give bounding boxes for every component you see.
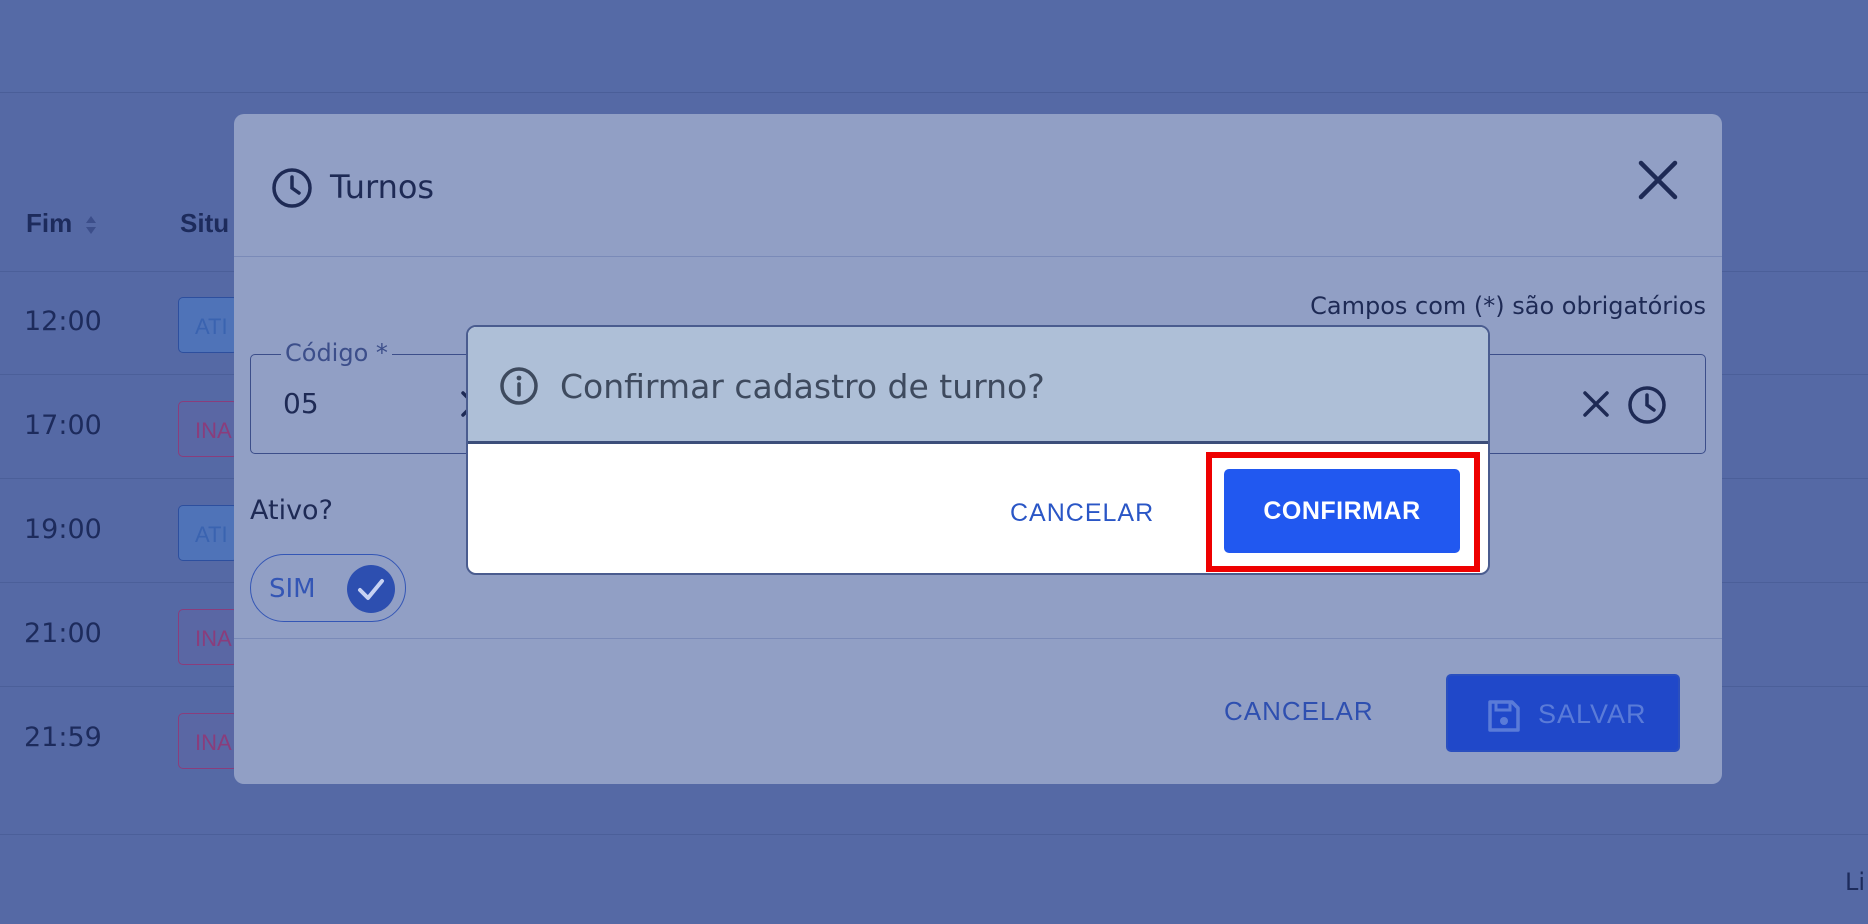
status-badge: INA <box>178 609 238 665</box>
toggle-label: SIM <box>269 574 316 604</box>
column-header-situacao[interactable]: Situ <box>180 208 229 239</box>
modal-header: Turnos <box>234 114 1722 257</box>
confirm-dialog-title: Confirmar cadastro de turno? <box>560 367 1045 406</box>
row-divider <box>0 834 1868 835</box>
status-badge: INA <box>178 713 238 769</box>
clock-icon[interactable] <box>1627 385 1667 425</box>
time-field[interactable] <box>1464 354 1706 454</box>
status-badge: INA <box>178 401 238 457</box>
column-header-fim[interactable]: Fim <box>26 208 97 239</box>
table-row-fim: 21:59 <box>24 722 102 753</box>
check-icon <box>347 565 395 613</box>
confirm-cancel-button[interactable]: CANCELAR <box>1010 499 1154 528</box>
confirm-button[interactable]: CONFIRMAR <box>1224 469 1460 553</box>
modal-title: Turnos <box>330 168 435 206</box>
confirm-dialog: Confirmar cadastro de turno? CANCELAR CO… <box>466 325 1490 575</box>
required-fields-note: Campos com (*) são obrigatórios <box>1310 292 1706 320</box>
codigo-field[interactable]: Código * 05 <box>250 339 500 454</box>
pagination-label: Li <box>1845 868 1866 896</box>
codigo-field-value[interactable]: 05 <box>283 387 319 420</box>
status-badge: ATI <box>178 505 238 561</box>
confirm-dialog-header: Confirmar cadastro de turno? <box>468 327 1488 444</box>
table-row-fim: 21:00 <box>24 618 102 649</box>
info-icon <box>500 367 538 405</box>
column-header-fim-label: Fim <box>26 208 73 238</box>
table-row-fim: 19:00 <box>24 514 102 545</box>
save-button-label: SALVAR <box>1538 699 1647 729</box>
sort-icon <box>86 216 97 235</box>
ativo-toggle[interactable]: SIM <box>250 554 406 622</box>
modal-cancel-button[interactable]: CANCELAR <box>1224 696 1374 727</box>
clock-icon <box>272 168 312 208</box>
save-icon <box>1488 700 1520 732</box>
ativo-label: Ativo? <box>250 495 333 526</box>
page-header <box>0 0 1868 93</box>
status-badge: ATI <box>178 297 238 353</box>
clear-icon[interactable] <box>1581 389 1611 419</box>
codigo-field-label: Código * <box>281 339 392 367</box>
save-button[interactable]: SALVAR <box>1446 674 1680 752</box>
modal-footer-divider <box>234 638 1722 639</box>
table-row-fim: 12:00 <box>24 306 102 337</box>
table-row-fim: 17:00 <box>24 410 102 441</box>
close-icon[interactable] <box>1636 158 1680 202</box>
